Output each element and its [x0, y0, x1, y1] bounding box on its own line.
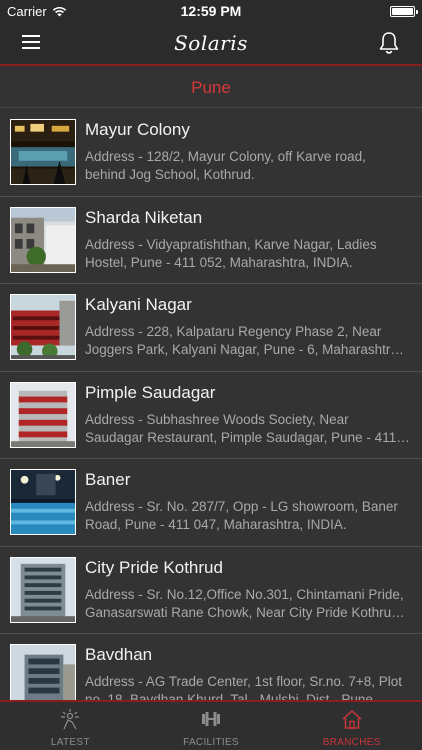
- solaris-logo: Solaris: [174, 31, 248, 55]
- status-bar: Carrier 12:59 PM: [0, 0, 422, 22]
- branch-row-kalyani-nagar[interactable]: Kalyani Nagar Address - 228, Kalpataru R…: [0, 284, 422, 372]
- branch-address: Address - 128/2, Mayur Colony, off Karve…: [85, 149, 366, 182]
- notification-bell-icon[interactable]: [378, 31, 400, 55]
- tab-facilities[interactable]: FACILITIES: [141, 702, 282, 750]
- branch-row-city-pride-kothrud[interactable]: City Pride Kothrud Address - Sr. No.12,O…: [0, 547, 422, 634]
- solaris-logo-icon: [61, 709, 80, 730]
- branch-list: Mayur Colony Address - 128/2, Mayur Colo…: [0, 109, 422, 700]
- branch-row-pimple-saudagar[interactable]: Pimple Saudagar Address - Subhashree Woo…: [0, 372, 422, 459]
- branch-thumbnail: [10, 381, 76, 448]
- branch-thumbnail: [10, 119, 76, 185]
- branch-address: Address - Sr. No. 287/7, Opp - LG showro…: [85, 499, 398, 532]
- branch-name: Bavdhan: [85, 645, 153, 664]
- battery-icon: [390, 6, 418, 17]
- branch-name: City Pride Kothrud: [85, 557, 223, 577]
- branch-name: Baner: [85, 470, 131, 489]
- tab-branches[interactable]: BRANCHES: [281, 702, 422, 750]
- branch-row-baner[interactable]: Baner Address - Sr. No. 287/7, Opp - LG …: [0, 459, 422, 547]
- branch-thumbnail: [10, 294, 76, 360]
- branch-address: Address - Sr. No.12,Office No.301, Chint…: [85, 586, 404, 620]
- branch-row-mayur-colony[interactable]: Mayur Colony Address - 128/2, Mayur Colo…: [0, 109, 422, 197]
- branch-address: Address - 228, Kalpataru Regency Phase 2…: [85, 324, 402, 357]
- status-time: 12:59 PM: [180, 3, 242, 19]
- branch-name: Mayur Colony: [85, 120, 190, 139]
- branch-address: Address - AG Trade Center, 1st floor, Sr…: [85, 674, 403, 700]
- tab-label: FACILITIES: [183, 737, 239, 748]
- branch-name: Sharda Niketan: [85, 207, 203, 227]
- branch-address: Address - Subhashree Woods Society, Near…: [85, 411, 397, 445]
- tab-bar: LATEST FACILITIES BRANCHES: [0, 700, 422, 750]
- branch-address: Address - Vidyapratishthan, Karve Nagar,…: [85, 236, 377, 270]
- tab-label: BRANCHES: [322, 737, 381, 748]
- city-section-header: Pune: [0, 68, 422, 108]
- dumbbell-icon: [202, 712, 220, 726]
- branch-name: Pimple Saudagar: [85, 382, 216, 402]
- tab-latest[interactable]: LATEST: [0, 702, 141, 750]
- nav-bar: Solaris: [0, 22, 422, 66]
- tab-label: LATEST: [50, 737, 90, 748]
- branch-thumbnail: [10, 206, 76, 273]
- branch-thumbnail: [10, 644, 76, 700]
- home-icon: [342, 710, 362, 729]
- branch-row-bavdhan[interactable]: Bavdhan Address - AG Trade Center, 1st f…: [0, 634, 422, 700]
- branch-row-sharda-niketan[interactable]: Sharda Niketan Address - Vidyapratishtha…: [0, 197, 422, 284]
- branch-thumbnail: [10, 469, 76, 535]
- branch-thumbnail: [10, 556, 76, 623]
- branch-name: Kalyani Nagar: [85, 295, 192, 314]
